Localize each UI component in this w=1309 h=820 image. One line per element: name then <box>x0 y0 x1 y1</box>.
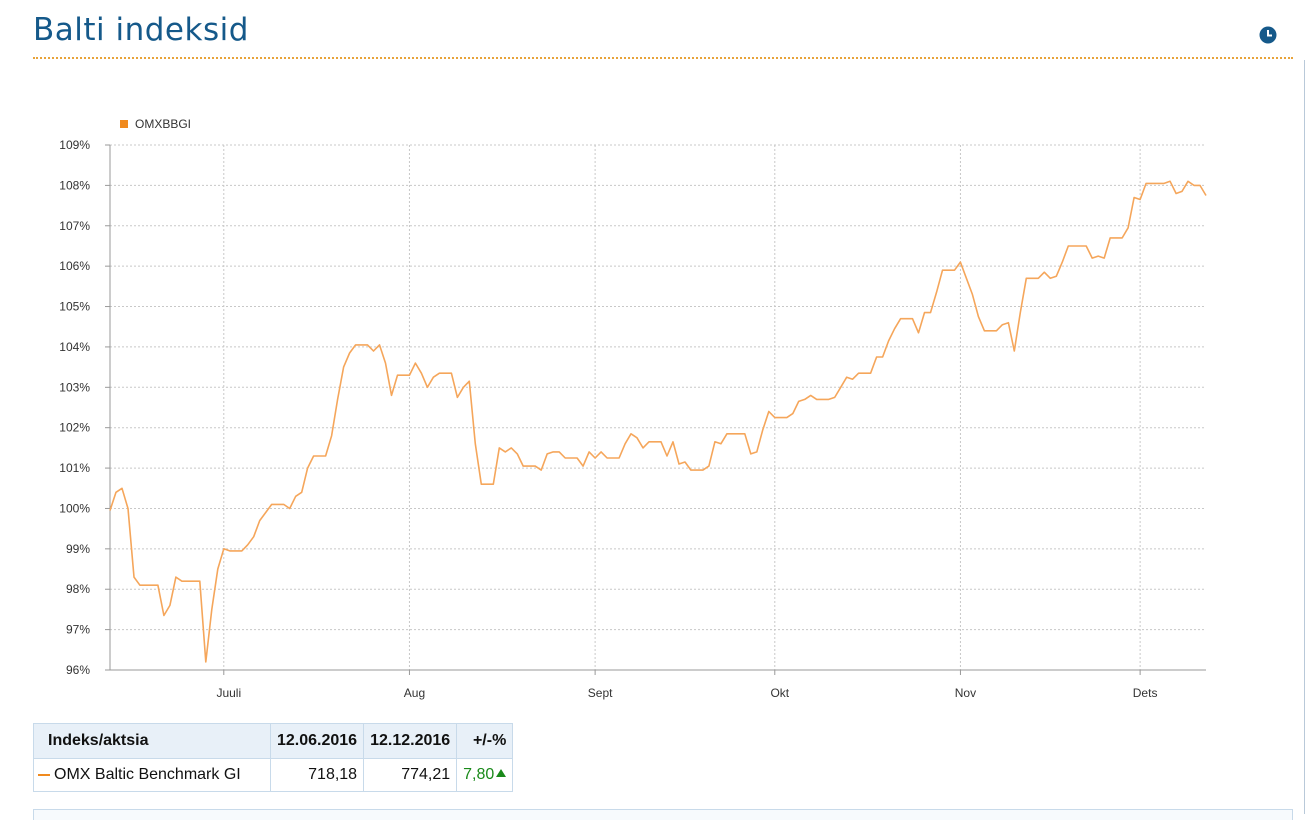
row-index-name[interactable]: OMX Baltic Benchmark GI <box>54 766 241 783</box>
index-line-chart: 96% 97% 98% 99% 100% 101% 102% 103% 104% 105% 106%… <box>59 117 1207 700</box>
col-header-start-date: 12.06.2016 <box>269 723 365 759</box>
y-tick-label: 98% <box>66 582 90 596</box>
x-tick-label: Dets <box>1133 686 1158 700</box>
y-tick-label: 106% <box>59 259 90 273</box>
y-tick-label: 108% <box>59 178 90 192</box>
y-tick-label: 104% <box>59 340 90 354</box>
y-tick-label: 102% <box>59 421 90 435</box>
row-start-value: 718,18 <box>269 758 365 792</box>
arrow-up-icon <box>496 769 507 777</box>
clock-icon[interactable] <box>1259 26 1277 44</box>
series-color-dash <box>38 773 50 776</box>
series-line-omxbbgi <box>109 180 1207 663</box>
table-row: OMX Baltic Benchmark GI 718,18 774,21 7,… <box>33 758 514 792</box>
panel-border <box>1304 60 1305 814</box>
y-tick-label: 101% <box>59 461 90 475</box>
y-tick-label: 100% <box>59 501 90 515</box>
row-change-cell: 7,80 <box>456 758 514 792</box>
x-tick-label: Okt <box>770 686 789 700</box>
x-tick-label: Juuli <box>216 686 241 700</box>
col-header-index: Indeks/aktsia <box>33 723 271 759</box>
lower-panel <box>33 809 1293 820</box>
row-change-value: 7,80 <box>463 766 495 783</box>
index-table: Indeks/aktsia 12.06.2016 12.12.2016 +/-%… <box>33 723 514 792</box>
y-tick-label: 97% <box>66 623 90 637</box>
row-index-name-cell[interactable]: OMX Baltic Benchmark GI <box>33 758 271 792</box>
y-tick-label: 105% <box>59 300 90 314</box>
table-header-row: Indeks/aktsia 12.06.2016 12.12.2016 +/-% <box>33 723 514 759</box>
y-tick-label: 109% <box>59 138 90 152</box>
header-divider <box>33 57 1293 59</box>
y-tick-label: 103% <box>59 380 90 394</box>
x-tick-label: Sept <box>588 686 613 700</box>
legend-label: OMXBBGI <box>135 117 191 131</box>
x-tick-label: Nov <box>955 686 976 700</box>
page-title: Balti indeksid <box>33 12 249 48</box>
y-tick-label: 99% <box>66 542 90 556</box>
y-tick-label: 107% <box>59 219 90 233</box>
col-header-end-date: 12.12.2016 <box>363 723 458 759</box>
x-tick-label: Aug <box>404 686 425 700</box>
col-header-change: +/-% <box>456 723 514 759</box>
row-end-value: 774,21 <box>363 758 458 792</box>
y-tick-label: 96% <box>66 663 90 677</box>
legend-swatch <box>120 120 128 128</box>
